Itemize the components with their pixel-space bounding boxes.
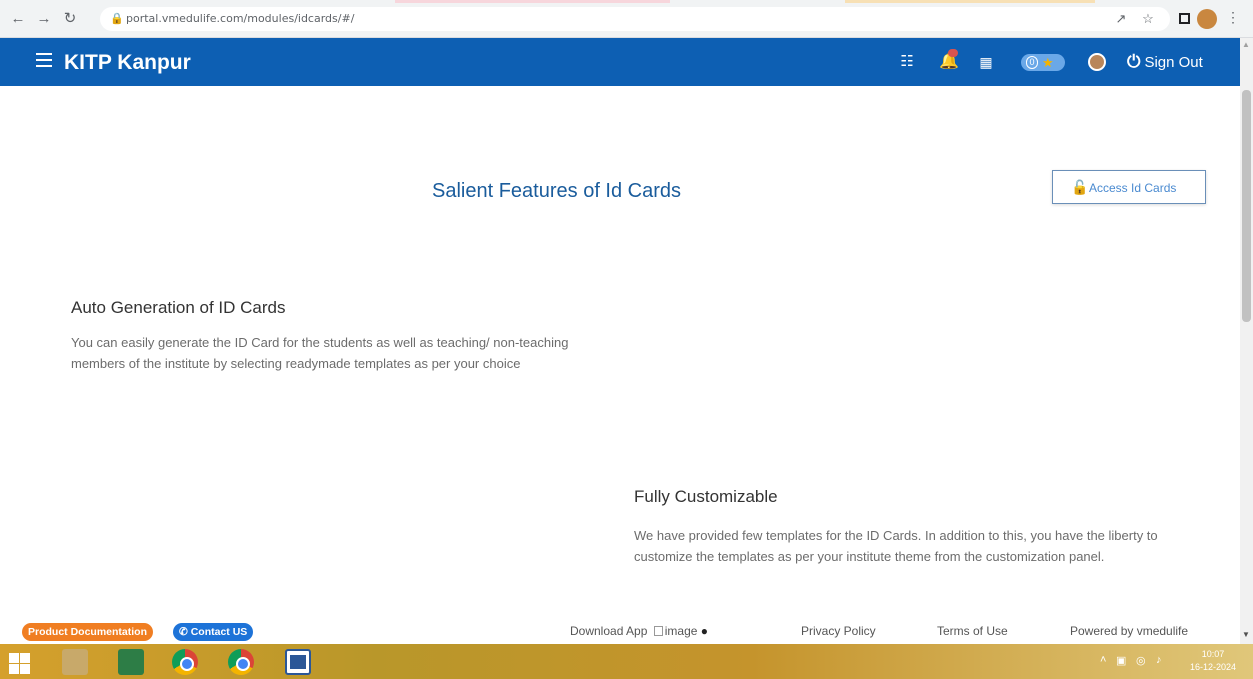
volume-icon[interactable]: ♪ (1156, 654, 1162, 666)
back-icon[interactable]: ← (8, 9, 28, 29)
product-documentation-button[interactable]: Product Documentation (22, 623, 154, 641)
clock-date: 16-12-2024 (1190, 662, 1237, 672)
extension-icon[interactable] (1179, 13, 1190, 24)
wifi-icon[interactable]: ◎ (1136, 654, 1146, 667)
windows-taskbar: ˄ ▣ ◎ ♪ 10:07 16-12-2024 (0, 644, 1253, 679)
chrome-icon[interactable] (228, 649, 254, 675)
page-title: Salient Features of Id Cards (432, 180, 682, 202)
url-text[interactable]: portal.vmedulife.com/modules/idcards/#/ (126, 12, 354, 25)
profile-avatar-icon[interactable] (1197, 9, 1217, 29)
share-icon[interactable]: ↗ (1111, 9, 1131, 29)
trophy-points[interactable]: 0 ★ (1021, 54, 1065, 71)
trophy-icon: ★ (1042, 55, 1054, 70)
word-icon[interactable] (285, 649, 311, 675)
network-icon[interactable]: ▣ (1116, 654, 1126, 667)
unlock-icon: 🔓 (1071, 179, 1089, 195)
mobile-app-icon[interactable]: ☷ (899, 51, 915, 73)
terms-of-use-link[interactable]: Terms of Use (937, 624, 1008, 638)
chrome-icon[interactable] (172, 649, 198, 675)
scroll-up-arrow-icon[interactable]: ▲ (1242, 40, 1250, 49)
download-app[interactable]: Download App image ● (570, 624, 708, 638)
institute-name[interactable]: KITP Kanpur (64, 51, 191, 75)
menu-kebab-icon[interactable]: ⋮ (1226, 9, 1240, 26)
apps-grid-icon[interactable]: ▦ (978, 51, 994, 73)
feature-description: You can easily generate the ID Card for … (71, 335, 569, 371)
image-alt-text: image (664, 624, 698, 638)
browser-toolbar: ← → ↻ 🔒 portal.vmedulife.com/modules/idc… (0, 0, 1253, 38)
bookmark-star-icon[interactable]: ☆ (1138, 9, 1158, 29)
phone-icon: ✆ (179, 626, 191, 638)
privacy-policy-link[interactable]: Privacy Policy (801, 624, 876, 638)
sign-out-button[interactable]: ⏻ Sign Out (1127, 51, 1203, 73)
access-id-cards-button[interactable]: 🔓Access Id Cards (1052, 170, 1206, 204)
download-app-label: Download App (570, 624, 648, 638)
page-footer: Product Documentation ✆ Contact US Downl… (0, 621, 1240, 644)
feature-description: We have provided few templates for the I… (634, 528, 1158, 564)
contact-us-label: Contact US (190, 626, 248, 638)
windows-start-icon[interactable] (6, 649, 32, 675)
broken-image-icon (653, 626, 663, 636)
hamburger-menu-icon[interactable] (36, 53, 52, 67)
system-clock[interactable]: 10:07 16-12-2024 (1190, 648, 1236, 674)
powered-by-link[interactable]: Powered by vmedulife (1070, 624, 1188, 638)
forward-icon[interactable]: → (34, 9, 54, 29)
lock-icon: 🔒 (110, 13, 124, 25)
app-header: KITP Kanpur ☷ 🔔 ▦ 0 ★ ⏻ Sign Out (0, 38, 1240, 86)
tab-strip-segment (845, 0, 1095, 3)
power-icon: ⏻ (1127, 52, 1141, 71)
scrollbar-thumb[interactable] (1242, 90, 1251, 322)
file-explorer-icon[interactable] (62, 649, 88, 675)
sign-out-label: Sign Out (1144, 54, 1203, 71)
notification-badge (948, 49, 958, 57)
excel-icon[interactable] (118, 649, 144, 675)
access-id-cards-label: Access Id Cards (1089, 181, 1177, 195)
tab-strip-segment (395, 0, 670, 3)
feature-heading: Fully Customizable (634, 487, 778, 506)
notification-bell-icon[interactable]: 🔔 (938, 49, 960, 73)
reload-icon[interactable]: ↻ (60, 9, 80, 29)
trophy-count: 0 (1026, 56, 1038, 69)
user-avatar[interactable] (1088, 53, 1106, 71)
tray-expand-icon[interactable]: ˄ (1100, 654, 1106, 666)
feature-heading: Auto Generation of ID Cards (71, 298, 286, 317)
clock-time: 10:07 (1201, 649, 1225, 659)
scroll-down-arrow-icon[interactable]: ▼ (1242, 630, 1250, 639)
address-bar[interactable]: 🔒 portal.vmedulife.com/modules/idcards/#… (100, 7, 1170, 31)
apple-icon[interactable]: ● (701, 624, 708, 638)
contact-us-button[interactable]: ✆ Contact US (173, 623, 254, 641)
